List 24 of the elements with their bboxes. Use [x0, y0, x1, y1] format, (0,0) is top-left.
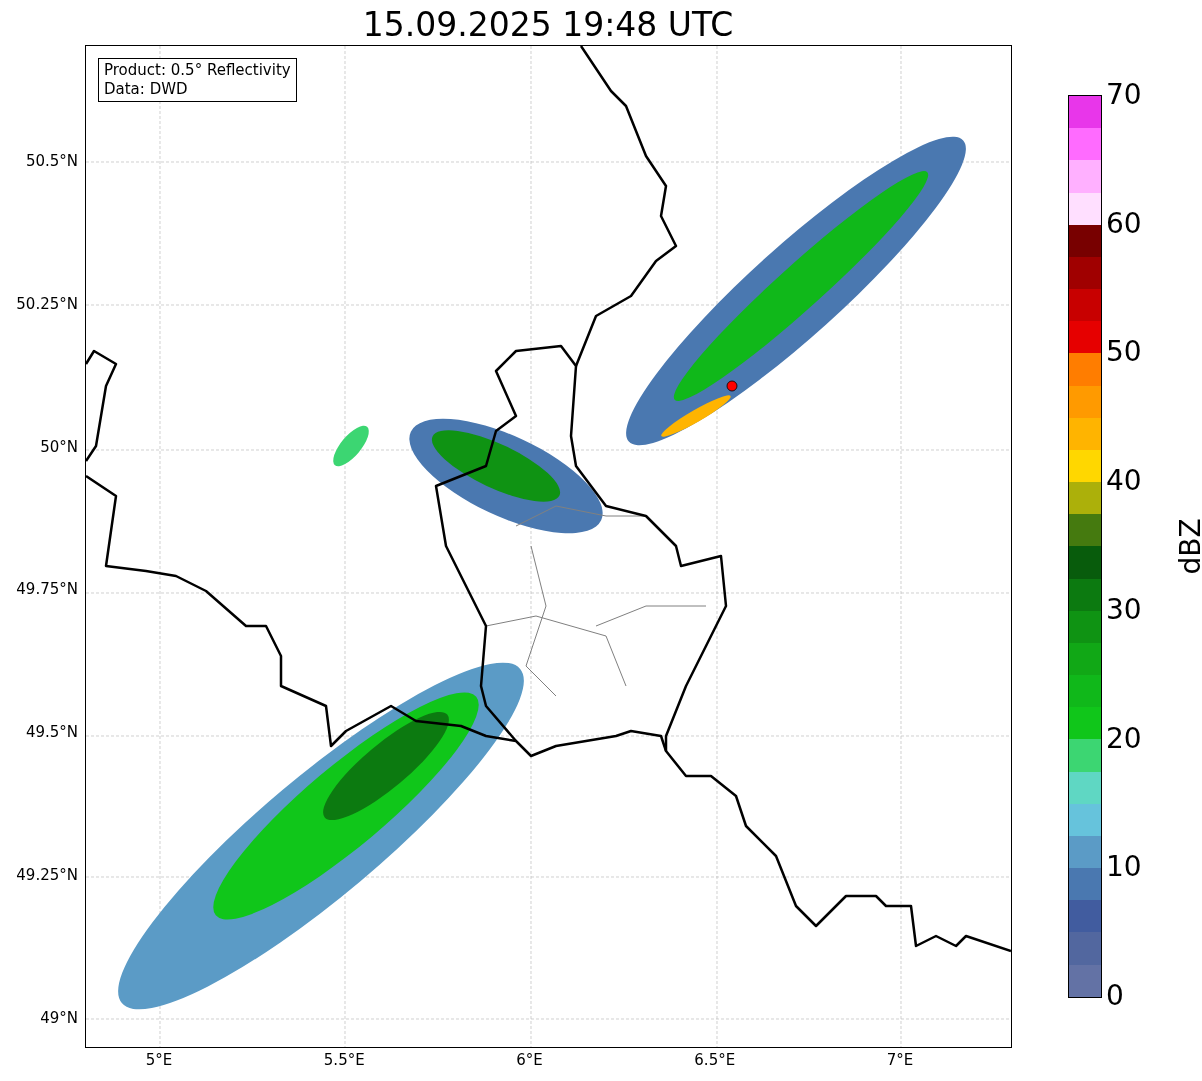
axis-tick-label: 5°E	[145, 1051, 173, 1069]
axis-tick-label: 49°N	[40, 1008, 78, 1027]
axis-tick-label: 49.75°N	[16, 580, 78, 599]
legend-text: Data: DWD	[104, 80, 189, 99]
axis-tick-label: 49.25°N	[16, 866, 78, 884]
colorbar-tick-label: 50	[1106, 336, 1142, 369]
axis-tick-label: 6°E	[516, 1051, 543, 1069]
colorbar-tick-label: 40	[1106, 465, 1142, 498]
axis-tick-label: 50°N	[40, 437, 78, 456]
axis-tick-label: 5.5°E	[323, 1051, 365, 1069]
axis-tick-label: 7°E	[886, 1051, 914, 1069]
colorbar-label: dBZ	[1173, 518, 1202, 575]
axis-tick-label: 50.5°N	[25, 152, 78, 170]
axis-tick-label: 6.5°E	[694, 1051, 736, 1069]
axis-tick-label: 49.5°N	[25, 723, 78, 742]
colorbar-tick-label: 60	[1106, 207, 1142, 240]
chart-title: 15.09.2025 19:48 UTC	[361, 5, 735, 45]
colorbar-tick-label: 20	[1106, 722, 1142, 755]
colorbar-tick-label: 70	[1106, 79, 1142, 111]
colorbar-tick-label: 0	[1106, 980, 1124, 1012]
legend-text: Product: 0.5° Reflectivity	[104, 61, 291, 80]
colorbar-tick-label: 30	[1106, 593, 1142, 626]
colorbar-tick-label: 10	[1106, 851, 1142, 884]
axis-tick-label: 50.25°N	[16, 294, 78, 313]
